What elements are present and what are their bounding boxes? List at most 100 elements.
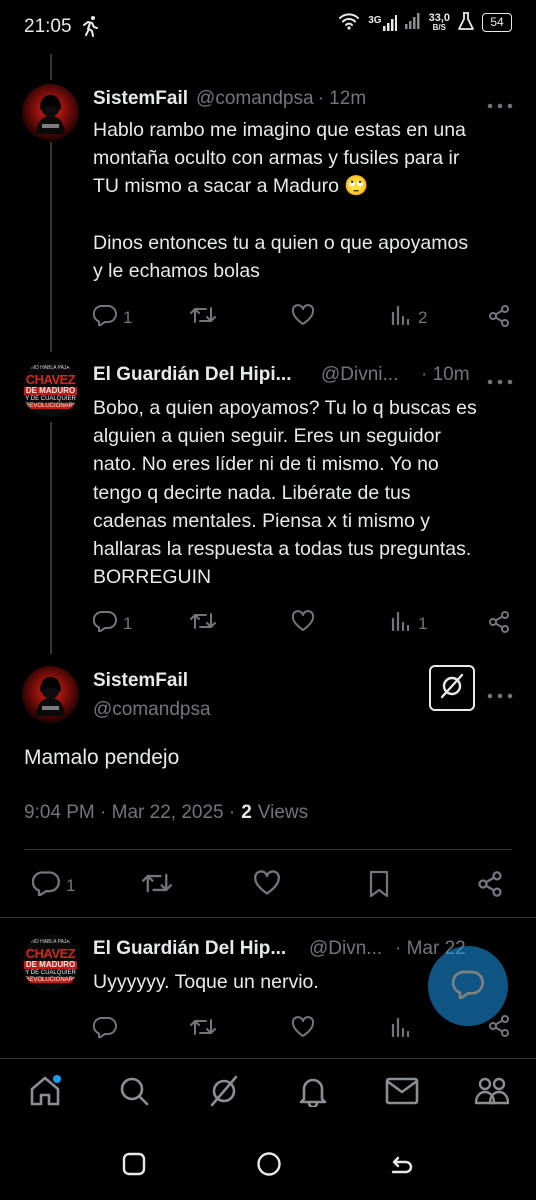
like-button[interactable] [291, 1016, 315, 1043]
more-icon[interactable] [486, 686, 514, 699]
signal-2-icon [404, 13, 421, 32]
status-time: 21:05 [24, 16, 72, 37]
home-icon [28, 1074, 62, 1113]
communities-icon [474, 1075, 510, 1112]
tweet-2[interactable]: NO HABLA PAJA CHAVEZ DE MADURO Y DE CUAL… [0, 356, 536, 646]
avatar-sistemfail[interactable] [22, 666, 79, 723]
reply-tweet-name[interactable]: El Guardián Del Hip... [93, 938, 286, 960]
retweet-icon [190, 1016, 216, 1043]
views-icon [390, 1016, 412, 1043]
tweet-1-line: y le echamos bolas [93, 259, 260, 282]
views-button[interactable]: 1 [390, 610, 427, 637]
tweet-2-handle[interactable]: @Divni... [321, 364, 398, 386]
main-tweet-meta: 9:04 PM · Mar 22, 2025 · 2 Views [24, 802, 308, 824]
tweet-2-name[interactable]: El Guardián Del Hipi... [93, 364, 291, 386]
messages-icon [385, 1077, 419, 1110]
retweet-icon [190, 304, 216, 331]
notifications-icon [298, 1075, 328, 1112]
retweet-button[interactable] [190, 610, 216, 637]
share-button[interactable] [487, 610, 511, 639]
tweet-2-time[interactable]: · 10m [421, 364, 470, 386]
tweet-1-line: Hablo rambo me imagino que estas en una [93, 119, 466, 141]
home-circle-icon [256, 1152, 282, 1181]
tweet-1-time[interactable]: · 12m [318, 88, 367, 110]
network-speed: 33,0 B/S [428, 11, 450, 33]
share-button[interactable] [487, 304, 511, 333]
reply-button[interactable]: 1 [92, 610, 133, 637]
main-tweet-timestamp[interactable]: 9:04 PM · Mar 22, 2025 · [24, 802, 235, 824]
tweet-1-line: Dinos entonces tu a quien o que apoyamos [93, 231, 469, 254]
share-icon [487, 610, 511, 639]
retweet-icon [190, 610, 216, 637]
main-tweet-handle[interactable]: @comandpsa [93, 699, 211, 721]
main-tweet-views-label[interactable]: Views [258, 802, 308, 824]
reply-icon [92, 1016, 117, 1043]
share-icon [476, 870, 504, 903]
reply-button[interactable]: 1 [31, 870, 76, 901]
retweet-button[interactable] [190, 1016, 216, 1043]
retweet-icon [142, 870, 172, 901]
main-tweet-name[interactable]: SistemFail [93, 670, 188, 692]
speed-value: 33,0 [428, 11, 450, 24]
badge-line: REVOLUCIONARIO [25, 403, 79, 409]
compose-reply-button[interactable] [428, 946, 508, 1026]
bookmark-button[interactable] [367, 870, 391, 903]
flask-icon [458, 12, 474, 33]
badge-line: REVOLUCIONARIO [25, 977, 79, 983]
recents-button[interactable] [122, 1152, 146, 1181]
tweet-1-name[interactable]: SistemFail [93, 88, 188, 110]
search-icon [118, 1075, 150, 1112]
nav-communities[interactable] [472, 1073, 512, 1113]
badge-line: Y DE CUALQUIER [25, 970, 76, 976]
views-icon [390, 304, 412, 331]
reply-tweet-text: Uyyyyyy. Toque un nervio. [93, 971, 319, 993]
retweet-button[interactable] [142, 870, 172, 901]
grok-button[interactable] [429, 665, 475, 711]
reply-button[interactable]: 1 [92, 304, 133, 331]
avatar-sistemfail[interactable] [22, 84, 79, 141]
reply-icon [92, 304, 117, 331]
more-icon[interactable] [486, 96, 514, 109]
like-button[interactable] [253, 870, 281, 901]
tweet-2-text: Bobo, a quien apoyamos? Tu lo q buscas e… [93, 394, 523, 591]
nav-home[interactable] [25, 1073, 65, 1113]
reply-button[interactable] [92, 1016, 117, 1043]
retweet-button[interactable] [190, 304, 216, 331]
more-icon[interactable] [486, 372, 514, 385]
speed-unit: B/S [432, 22, 446, 32]
reply-count: 1 [123, 613, 133, 633]
reply-count: 1 [123, 307, 133, 327]
reply-tweet-handle[interactable]: @Divn... [309, 938, 382, 960]
avatar-guardian[interactable]: NO HABLA PAJA CHAVEZ DE MADURO Y DE CUAL… [22, 934, 79, 991]
badge-line: CHAVEZ [25, 946, 76, 961]
views-button[interactable]: 2 [390, 304, 427, 331]
nav-search[interactable] [114, 1073, 154, 1113]
tweet-2-line: nato. No eres líder ni de ti mismo. Yo n… [93, 453, 439, 476]
badge-line: DE MADURO [24, 960, 77, 969]
battery-indicator: 54 [482, 13, 512, 32]
avatar-badge-text: CHAVEZ DE MADURO Y DE CUALQUIER REVOLUCI… [22, 373, 79, 410]
back-button[interactable] [389, 1151, 415, 1182]
nav-messages[interactable] [382, 1073, 422, 1113]
reply-count: 1 [66, 875, 76, 895]
avatar-guardian[interactable]: NO HABLA PAJA CHAVEZ DE MADURO Y DE CUAL… [22, 360, 79, 417]
tweet-1-blank-line [93, 201, 523, 229]
status-icons: 3G 33,0 B/S 54 [338, 12, 512, 33]
thread-line-top [50, 54, 52, 80]
like-button[interactable] [291, 610, 315, 637]
tweet-2-line: tengo q decirte nada. Libérate de tus [93, 481, 411, 504]
tweet-2-line: hallaras la respuesta a todas tus pregun… [93, 538, 472, 561]
home-system-button[interactable] [256, 1151, 282, 1182]
tweet-1-handle[interactable]: @comandpsa [196, 88, 314, 110]
nav-grok[interactable] [204, 1073, 244, 1113]
views-button[interactable] [390, 1016, 412, 1043]
divider [0, 917, 536, 918]
tweet-1[interactable]: SistemFail @comandpsa · 12m Hablo rambo … [0, 80, 536, 340]
views-icon [390, 610, 412, 637]
nav-notifications[interactable] [293, 1073, 333, 1113]
share-button[interactable] [476, 870, 504, 903]
status-bar: 21:05 3G 33,0 B/S 54 [0, 0, 536, 54]
views-count: 2 [418, 307, 428, 327]
main-tweet-views-count[interactable]: 2 [241, 802, 252, 824]
like-button[interactable] [291, 304, 315, 331]
